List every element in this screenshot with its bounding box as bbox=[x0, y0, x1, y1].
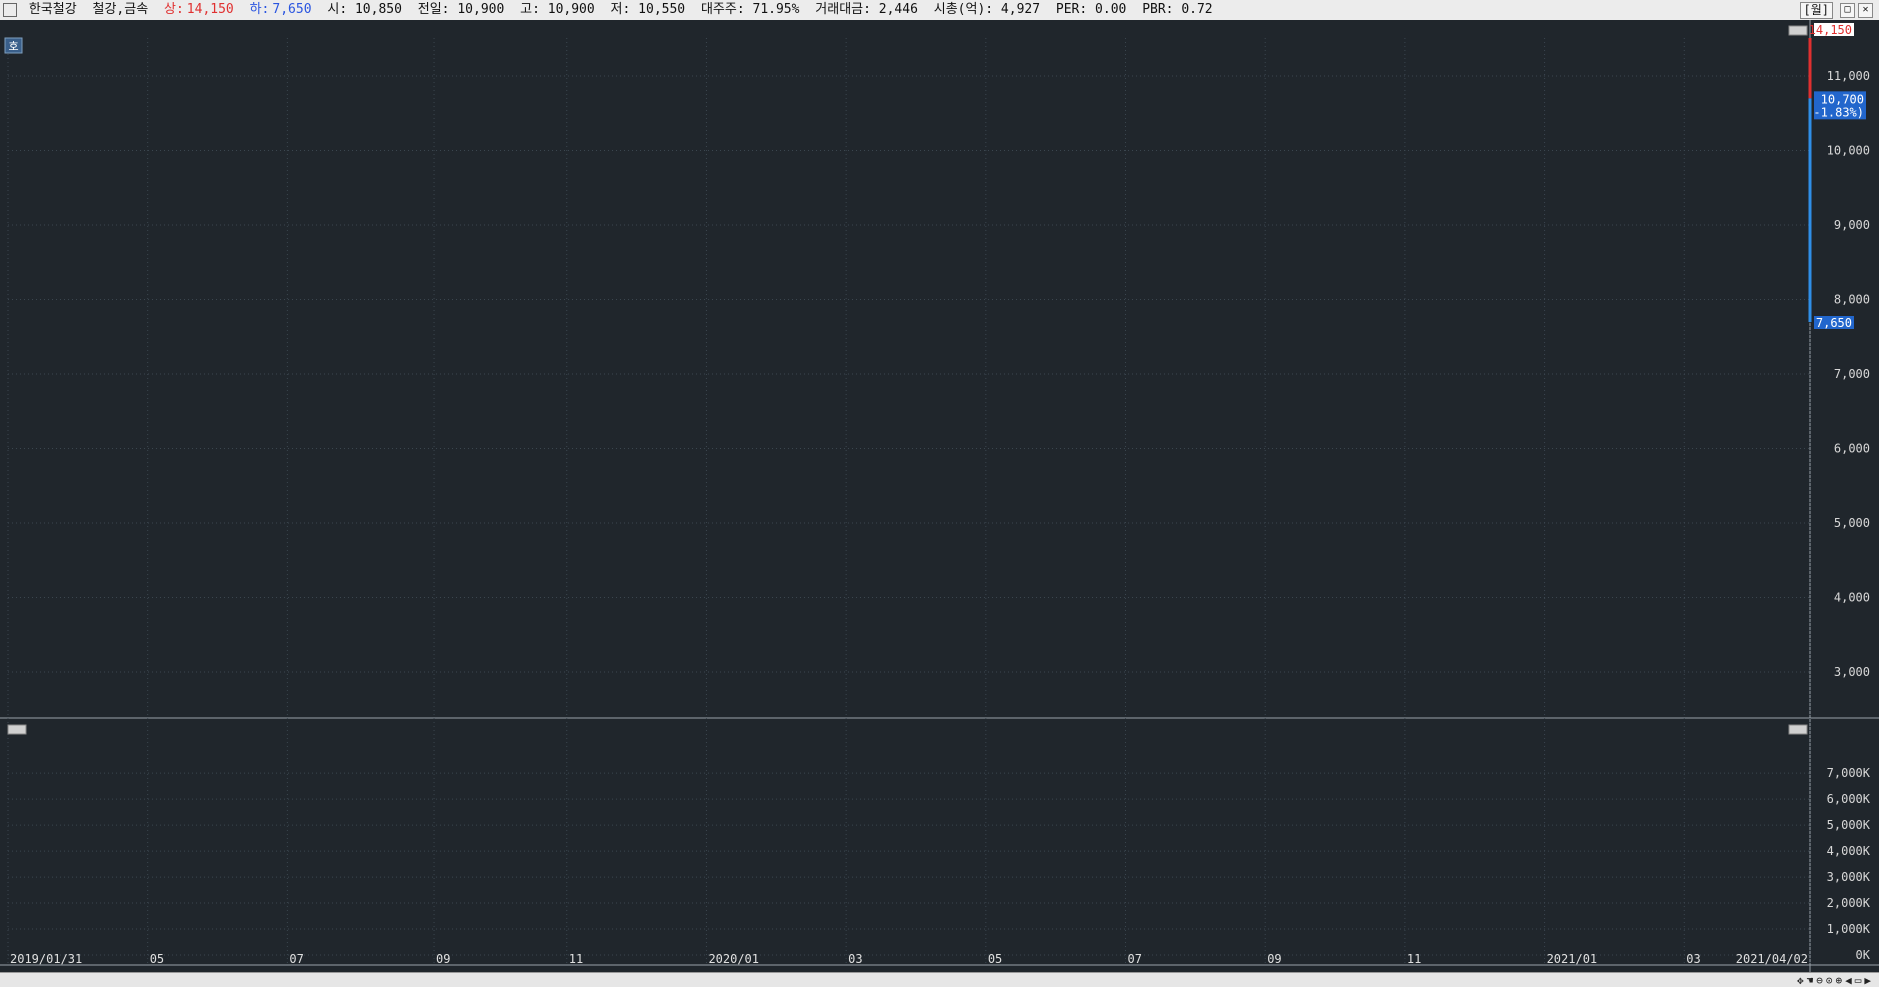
time-tick-label: 07 bbox=[1128, 952, 1142, 966]
upper-limit-box-value: 14,150 bbox=[1809, 23, 1852, 37]
time-tick-label: 07 bbox=[289, 952, 303, 966]
price-tick-label: 11,000 bbox=[1827, 69, 1870, 83]
time-tick-label: 11 bbox=[569, 952, 583, 966]
lower-limit-label: 하: bbox=[249, 2, 270, 17]
per-value: PER: 0.00 bbox=[1055, 2, 1127, 17]
stock-chart[interactable]: ↑↑↑↑↑↑↑↑↑↑↑↑↑↑↑↑↑↓↓↓↓↓↓↓↓↓당일종가:10,70011,… bbox=[0, 20, 1879, 972]
lower-limit-value: 7,650 bbox=[272, 2, 312, 17]
panel-control-button bbox=[1788, 25, 1808, 36]
scrollbar-icon[interactable]: ▭ bbox=[1855, 974, 1862, 987]
volume-tick-label: 4,000K bbox=[1827, 844, 1871, 858]
time-tick-label: 2021/01 bbox=[1547, 952, 1598, 966]
time-tick-label: 05 bbox=[988, 952, 1002, 966]
panel-control-button bbox=[1788, 724, 1808, 735]
ho-button-label: 호 bbox=[8, 40, 18, 53]
price-tick-label: 9,000 bbox=[1834, 218, 1870, 232]
status-bar: ✥ ☚ ⊖ ⊙ ⊕ ◀ ▭ ▶ bbox=[0, 972, 1879, 987]
lower-limit-box-value: 7,650 bbox=[1816, 316, 1852, 330]
time-tick-label: 03 bbox=[848, 952, 862, 966]
time-tick-label: 2021/04/02 bbox=[1736, 952, 1808, 966]
pbr-value: PBR: 0.72 bbox=[1142, 2, 1213, 17]
trade-amount: 거래대금: 2,446 bbox=[815, 2, 918, 17]
time-tick-label: 2020/01 bbox=[708, 952, 759, 966]
time-tick-label: 09 bbox=[436, 952, 450, 966]
zoom-reset-icon[interactable]: ⊙ bbox=[1826, 974, 1833, 987]
zoom-out-icon[interactable]: ⊖ bbox=[1816, 974, 1823, 987]
high-price: 고: 10,900 bbox=[520, 2, 595, 17]
chart-background bbox=[0, 20, 1879, 972]
time-tick-label: 2019/01/31 bbox=[10, 952, 82, 966]
maximize-icon[interactable]: □ bbox=[1840, 3, 1855, 18]
chart-axes: 11,000 10,000 9,000 8,000 7,000 6,000 5,000 4,0… bbox=[0, 20, 1879, 972]
low-price: 저: 10,550 bbox=[610, 2, 686, 17]
volume-tick-label: 7,000K bbox=[1827, 766, 1871, 780]
zoom-in-icon[interactable]: ⊕ bbox=[1836, 974, 1843, 987]
time-tick-label: 09 bbox=[1267, 952, 1281, 966]
price-tick-label: 6,000 bbox=[1834, 442, 1870, 456]
stock-info-bar: 한국철강 철강,금속 상: 14,150 하: 7,650 시: 10,850 전일… bbox=[0, 0, 1879, 21]
close-icon[interactable]: ✕ bbox=[1858, 3, 1873, 18]
sector-label: 철강,금속 bbox=[92, 2, 149, 17]
stock-name[interactable]: 한국철강 bbox=[29, 2, 77, 17]
volume-tick-label: 2,000K bbox=[1827, 896, 1871, 910]
volume-tick-label: 6,000K bbox=[1827, 792, 1871, 806]
volume-tick-label: 5,000K bbox=[1827, 818, 1871, 832]
volume-tick-label: 1,000K bbox=[1827, 922, 1871, 936]
pan-icon[interactable]: ✥ bbox=[1797, 974, 1804, 987]
open-price: 시: 10,850 bbox=[327, 2, 402, 17]
time-tick-label: 03 bbox=[1686, 952, 1700, 966]
volume-tick-label: 3,000K bbox=[1827, 870, 1871, 884]
price-tick-label: 5,000 bbox=[1834, 516, 1870, 530]
volume-tick-label: 0K bbox=[1856, 948, 1871, 962]
price-tick-label: 8,000 bbox=[1834, 293, 1870, 307]
period-button[interactable]: [월] bbox=[1799, 2, 1833, 19]
time-tick-label: 11 bbox=[1407, 952, 1421, 966]
time-tick-label: 05 bbox=[150, 952, 164, 966]
major-holder: 대주주: 71.95% bbox=[700, 2, 800, 17]
scroll-right-icon[interactable]: ▶ bbox=[1864, 974, 1871, 987]
current-price-value: 10,700 bbox=[1821, 92, 1864, 106]
scroll-left-icon[interactable]: ◀ bbox=[1845, 974, 1852, 987]
panel-control-button bbox=[7, 724, 27, 735]
chart-tools: ✥ ☚ ⊖ ⊙ ⊕ ◀ ▭ ▶ bbox=[1797, 973, 1871, 987]
prev-close-price: 전일: 10,900 bbox=[417, 2, 505, 17]
price-tick-label: 4,000 bbox=[1834, 591, 1870, 605]
price-tick-label: 10,000 bbox=[1827, 144, 1870, 158]
price-tick-label: 7,000 bbox=[1834, 367, 1870, 381]
market-cap: 시총(억): 4,927 bbox=[933, 2, 1041, 17]
window-icon bbox=[3, 2, 17, 17]
price-tick-label: 3,000 bbox=[1834, 665, 1870, 679]
upper-limit-value: 14,150 bbox=[186, 2, 234, 17]
hand-icon[interactable]: ☚ bbox=[1807, 974, 1814, 987]
current-change-value: (-1.83%) bbox=[1806, 105, 1864, 119]
upper-limit-label: 상: bbox=[164, 2, 184, 17]
